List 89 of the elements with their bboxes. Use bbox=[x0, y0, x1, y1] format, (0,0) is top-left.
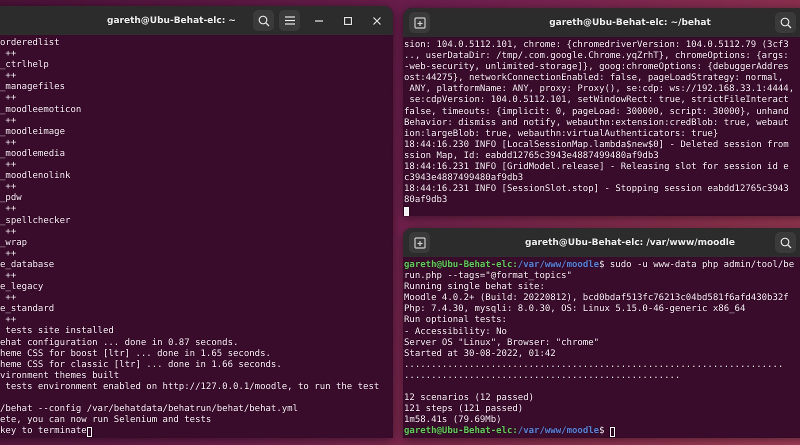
terminal-line: ++ bbox=[4, 315, 16, 326]
terminal-line: ++ bbox=[4, 270, 16, 282]
terminal-line: tests site installed bbox=[4, 326, 114, 338]
terminal-line: run.php --tags="@format_topics" bbox=[404, 271, 572, 282]
terminal-line: vironment themes built bbox=[0, 370, 120, 382]
terminal-line: Run optional tests: bbox=[404, 315, 507, 327]
terminal-line: ................................................... bbox=[404, 370, 680, 382]
terminal-line: /behat --config /var/behatdata/behatrun/behat/behat.yml bbox=[0, 404, 298, 415]
terminal-line: ++ bbox=[4, 116, 16, 127]
search-icon bbox=[258, 14, 270, 26]
terminal-line: ehat configuration ... done in 0.87 seconds. bbox=[0, 338, 238, 349]
terminal-line: Moodle 4.0.2+ (Build: 20220812), bcd0bdaf513fc76213c04bd581f6afd430b32f bbox=[404, 293, 789, 304]
terminal-line: 18:44:16.231 INFO [GridModel.release] - Releasing slot for session id e bbox=[404, 162, 789, 173]
terminal-line: e_standard bbox=[0, 304, 54, 316]
terminal-line: ion:largeBlob: true, webauthn:virtualAuthenticators: true} bbox=[404, 128, 718, 140]
terminal-line: Started at 30-08-2022, 01:42 bbox=[404, 348, 556, 360]
terminal-line: Running single behat site: bbox=[404, 282, 545, 293]
terminal-line: ++ bbox=[4, 293, 16, 304]
menu-icon bbox=[284, 16, 295, 25]
terminal-line: _moodleemoticon bbox=[0, 104, 82, 116]
terminal-line: ++ bbox=[4, 49, 16, 60]
terminal-line: tests environment enabled on http://127.0.0.1/moodle, to run the test bbox=[4, 382, 380, 393]
terminal-line: _ctrlhelp bbox=[0, 60, 49, 72]
terminal-line: key to terminate bbox=[0, 426, 87, 438]
terminal-line: _spellchecker bbox=[0, 216, 70, 227]
close-icon bbox=[373, 16, 382, 24]
prompt-path: /var/www/moodle bbox=[518, 426, 600, 438]
terminal-line: _managefiles bbox=[0, 82, 66, 94]
terminal-line: ++ bbox=[4, 71, 16, 82]
text-cursor bbox=[404, 206, 410, 216]
terminal-line: 80af9db3 bbox=[404, 195, 448, 206]
terminal-line: Server OS "Linux", Browser: "chrome" bbox=[404, 338, 600, 349]
terminal-line: Php: 7.4.30, mysqli: 8.0.30, OS: Linux 5.15.0-46-generic x86_64 bbox=[404, 304, 746, 315]
prompt-user-host: gareth@Ubu-Behat-elc: bbox=[404, 260, 518, 271]
terminal-line: c3943e4887499480af9db3 bbox=[404, 173, 524, 184]
window-title: gareth@Ubu-Behat-elc: ~/behat bbox=[549, 18, 711, 28]
terminal-line: ANY, platformName: ANY, proxy: Proxy(), se:cdp: ws://192.168.33.1:4444, bbox=[408, 84, 794, 95]
prompt-user-host: gareth@Ubu-Behat-elc: bbox=[404, 426, 518, 438]
search-button[interactable] bbox=[775, 232, 796, 253]
terminal-line: ost:44275}, networkConnectionEnabled: false, pageLoadStrategy: normal, bbox=[404, 73, 784, 84]
terminal-line: ++ bbox=[4, 138, 16, 149]
terminal-line: ++ bbox=[4, 182, 16, 193]
terminal-line: _wrap bbox=[0, 238, 28, 249]
prompt-symbol: $ bbox=[599, 260, 604, 272]
terminal-line: 121 steps (121 passed) bbox=[404, 404, 524, 415]
window-title: gareth@Ubu-Behat-elc: /var/www/moodle bbox=[525, 238, 735, 248]
window-title: gareth@Ubu-Behat-elc: ~ bbox=[107, 16, 236, 26]
terminal-line: ++ bbox=[4, 204, 16, 216]
terminal-line: ssion Map, Id: eabdd12765c3943e4887499480af9db3 bbox=[404, 150, 659, 162]
terminal-line: _moodlenolink bbox=[0, 171, 70, 182]
terminal-line: heme CSS for classic [ltr] ... done in 1.66 seconds. bbox=[0, 360, 282, 371]
terminal-line: - Accessibility: No bbox=[404, 326, 507, 338]
terminal-line: _pdw bbox=[0, 193, 22, 204]
maximize-icon bbox=[344, 16, 352, 24]
terminal-line: 18:44:16.230 INFO [LocalSessionMap.lambda$new$0] - Deleted session from bbox=[404, 140, 789, 151]
terminal-line: .., userDataDir: /tmp/.com.google.Chrome.yqZrhT}, chromeOptions: {args: bbox=[404, 51, 789, 62]
terminal-line: -web-security, unlimited-storage]}, goog:chromeOptions: {debuggerAddres bbox=[404, 62, 789, 73]
terminal-line: _moodleimage bbox=[0, 126, 66, 138]
search-button[interactable] bbox=[775, 12, 796, 33]
new-tab-button[interactable] bbox=[409, 232, 430, 253]
terminal-line: ++ bbox=[4, 226, 16, 238]
menu-button[interactable] bbox=[279, 10, 300, 31]
minimize-icon bbox=[315, 20, 324, 22]
new-tab-button[interactable] bbox=[409, 12, 430, 33]
prompt-path: /var/www/moodle bbox=[518, 260, 600, 271]
command-text: sudo -u www-data php admin/tool/be bbox=[610, 260, 794, 272]
prompt-symbol: $ bbox=[599, 426, 604, 438]
search-icon bbox=[780, 16, 792, 28]
terminal-line: se:cdpVersion: 104.0.5112.101, setWindowRect: true, strictFileInteract bbox=[408, 95, 789, 107]
terminal-line: 18:44:16.231 INFO [SessionSlot.stop] - Stopping session eabdd12765c3943 bbox=[404, 184, 789, 195]
search-button[interactable] bbox=[253, 10, 274, 31]
terminal-line: 12 scenarios (12 passed) bbox=[404, 393, 534, 404]
terminal-line: e_database bbox=[0, 260, 54, 271]
terminal-line: ...................................................................... bbox=[404, 360, 784, 371]
terminal-line: ++ bbox=[4, 160, 16, 171]
terminal-line: orderedlist bbox=[0, 38, 60, 50]
terminal-line: ++ bbox=[4, 248, 16, 260]
terminal-line: sion: 104.0.5112.101, chrome: {chromedriverVersion: 104.0.5112.79 (3cf3 bbox=[404, 40, 789, 51]
terminal-line: ++ bbox=[4, 93, 16, 105]
terminal-line: ete, you can now run Selenium and tests bbox=[0, 415, 212, 426]
terminal-line: _moodlemedia bbox=[0, 148, 66, 160]
terminal-line: 1m58.41s (79.69Mb) bbox=[404, 415, 502, 426]
terminal-line: Behavior: dismiss and notify, webauthn:extension:credBlob: true, webaut bbox=[404, 118, 789, 129]
new-tab-icon bbox=[414, 236, 426, 248]
terminal-line: e_legacy bbox=[0, 282, 44, 294]
terminal-line: false, timeouts: {implicit: 0, pageLoad: 300000, script: 30000}, unhand bbox=[404, 106, 789, 118]
new-tab-icon bbox=[414, 16, 426, 28]
search-icon bbox=[780, 236, 792, 248]
terminal-line: heme CSS for boost [ltr] ... done in 1.65 seconds. bbox=[0, 348, 271, 360]
